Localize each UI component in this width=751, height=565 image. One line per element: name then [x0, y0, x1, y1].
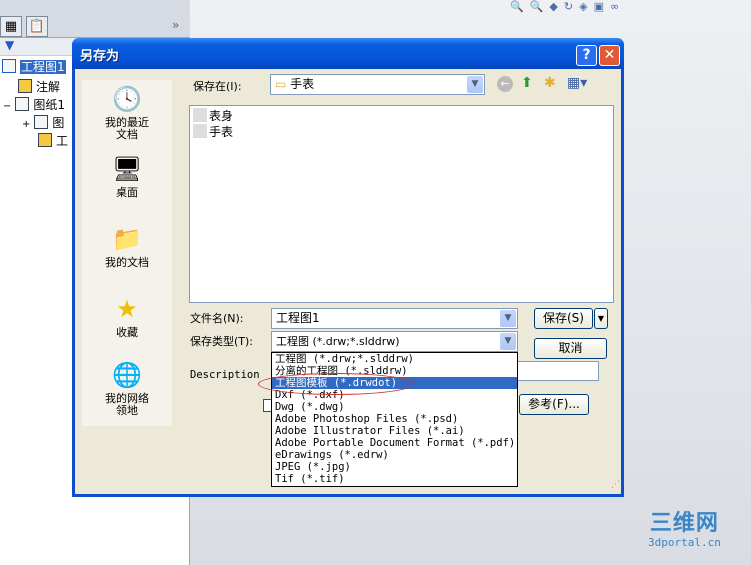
filetype-option[interactable]: JPEG (*.jpg): [272, 461, 517, 473]
collapse-icon[interactable]: −: [3, 101, 11, 112]
filetype-option[interactable]: Adobe Portable Document Format (*.pdf): [272, 437, 517, 449]
file-item[interactable]: 手表: [193, 124, 233, 140]
watermark-logo: 三维网 3dportal.cn: [648, 511, 721, 550]
favorites-star-icon: ★: [116, 295, 138, 323]
view-orientation-icon[interactable]: ▣: [594, 0, 610, 13]
place-favorites[interactable]: ★ 收藏: [82, 294, 172, 339]
description-input[interactable]: [515, 361, 599, 381]
file-list[interactable]: 表身 手表: [189, 105, 614, 303]
filetype-option[interactable]: eDrawings (*.edrw): [272, 449, 517, 461]
chevron-down-icon[interactable]: ▼: [500, 310, 516, 327]
folder-icon: ▭: [275, 77, 287, 91]
dialog-titlebar[interactable]: 另存为 ? ✕: [72, 38, 624, 69]
drawing-file-icon: [193, 124, 207, 138]
place-my-documents[interactable]: 📁 我的文档: [82, 224, 172, 269]
close-button[interactable]: ✕: [599, 45, 620, 66]
filetype-option[interactable]: Adobe Photoshop Files (*.psd): [272, 413, 517, 425]
sheet-icon: [15, 97, 30, 111]
resize-grip-icon[interactable]: ⋰: [611, 480, 620, 490]
up-folder-icon[interactable]: ⬆: [521, 75, 533, 91]
feature-tree-tab[interactable]: ▦: [0, 16, 22, 37]
save-in-label: 保存在(I):: [193, 80, 242, 93]
filetype-dropdown-list: 工程图 (*.drw;*.slddrw) 分离的工程图 (*.slddrw) 工程图…: [271, 352, 518, 487]
description-label: Description: [190, 369, 260, 381]
filename-label: 文件名(N):: [190, 312, 244, 325]
previous-view-icon[interactable]: ◆: [549, 0, 563, 13]
filetype-option[interactable]: Dwg (*.dwg): [272, 401, 517, 413]
save-as-dialog: 另存为 ? ✕ 🕓 我的最近 文档 🖥 桌面 📁 我的文档 ★ 收藏 🌐 我的网络 领地 …: [72, 38, 624, 497]
recent-documents-icon: 🕓: [112, 85, 142, 113]
drawing-file-icon: [193, 108, 207, 122]
save-button[interactable]: 保存(S): [534, 308, 593, 329]
filetype-option[interactable]: 工程图 (*.drw;*.slddrw): [272, 353, 517, 365]
desktop-icon: 🖥: [112, 155, 143, 183]
panel-tab-strip: ▦ 📋 »: [0, 0, 190, 38]
filter-icon[interactable]: ▼: [5, 38, 14, 52]
tree-item-folder[interactable]: 工: [38, 132, 68, 150]
filetype-option[interactable]: Tif (*.tif): [272, 473, 517, 485]
place-desktop[interactable]: 🖥 桌面: [82, 154, 172, 199]
view-toolbar: 🔍🔍◆↻◈▣∞: [510, 0, 625, 13]
view-menu-icon[interactable]: ▦▾: [567, 75, 587, 91]
rotate-icon[interactable]: ↻: [564, 0, 579, 13]
place-recent-documents[interactable]: 🕓 我的最近 文档: [82, 84, 172, 141]
drawing-icon: [2, 59, 16, 73]
filetype-select[interactable]: 工程图 (*.drw;*.slddrw) ▼: [271, 331, 518, 352]
tree-item-annotations[interactable]: 注解: [18, 78, 60, 96]
folder-icon: [38, 133, 52, 147]
sheet-format-icon: [34, 115, 49, 129]
zoom-area-icon[interactable]: 🔍: [530, 0, 550, 13]
chevron-down-icon[interactable]: ▼: [500, 333, 516, 350]
display-style-icon[interactable]: ◈: [579, 0, 593, 13]
hide-show-icon[interactable]: ∞: [610, 0, 625, 13]
filename-input[interactable]: 工程图1 ▼: [271, 308, 518, 329]
places-bar: 🕓 我的最近 文档 🖥 桌面 📁 我的文档 ★ 收藏 🌐 我的网络 领地: [82, 80, 172, 426]
expand-chevron-icon[interactable]: »: [172, 18, 179, 32]
annotation-icon: [18, 79, 32, 93]
network-places-icon: 🌐: [112, 361, 142, 389]
dialog-title: 另存为: [80, 49, 120, 64]
reference-button[interactable]: 参考(F)...: [519, 394, 589, 415]
tree-item-sheet[interactable]: − 图纸1: [3, 96, 65, 114]
new-folder-icon[interactable]: ✱: [544, 75, 556, 91]
chevron-down-icon[interactable]: ▼: [467, 76, 483, 93]
zoom-fit-icon[interactable]: 🔍: [510, 0, 530, 13]
place-network[interactable]: 🌐 我的网络 领地: [82, 360, 172, 417]
file-item[interactable]: 表身: [193, 108, 233, 124]
tree-item-drawing[interactable]: 工程图1: [2, 58, 66, 76]
tree-item-sheet-format[interactable]: + 图: [22, 114, 64, 132]
annotation-ellipse: [258, 373, 414, 395]
save-in-combo[interactable]: ▭ 手表 ▼: [270, 74, 485, 95]
filetype-label: 保存类型(T):: [190, 335, 254, 348]
back-icon[interactable]: ←: [497, 76, 513, 92]
filetype-option[interactable]: Adobe Illustrator Files (*.ai): [272, 425, 517, 437]
my-documents-icon: 📁: [112, 225, 142, 253]
help-button[interactable]: ?: [576, 45, 597, 66]
save-options-dropdown[interactable]: ▼: [594, 308, 608, 329]
property-manager-tab[interactable]: 📋: [26, 16, 48, 37]
cancel-button[interactable]: 取消: [534, 338, 607, 359]
expand-icon[interactable]: +: [22, 119, 30, 130]
